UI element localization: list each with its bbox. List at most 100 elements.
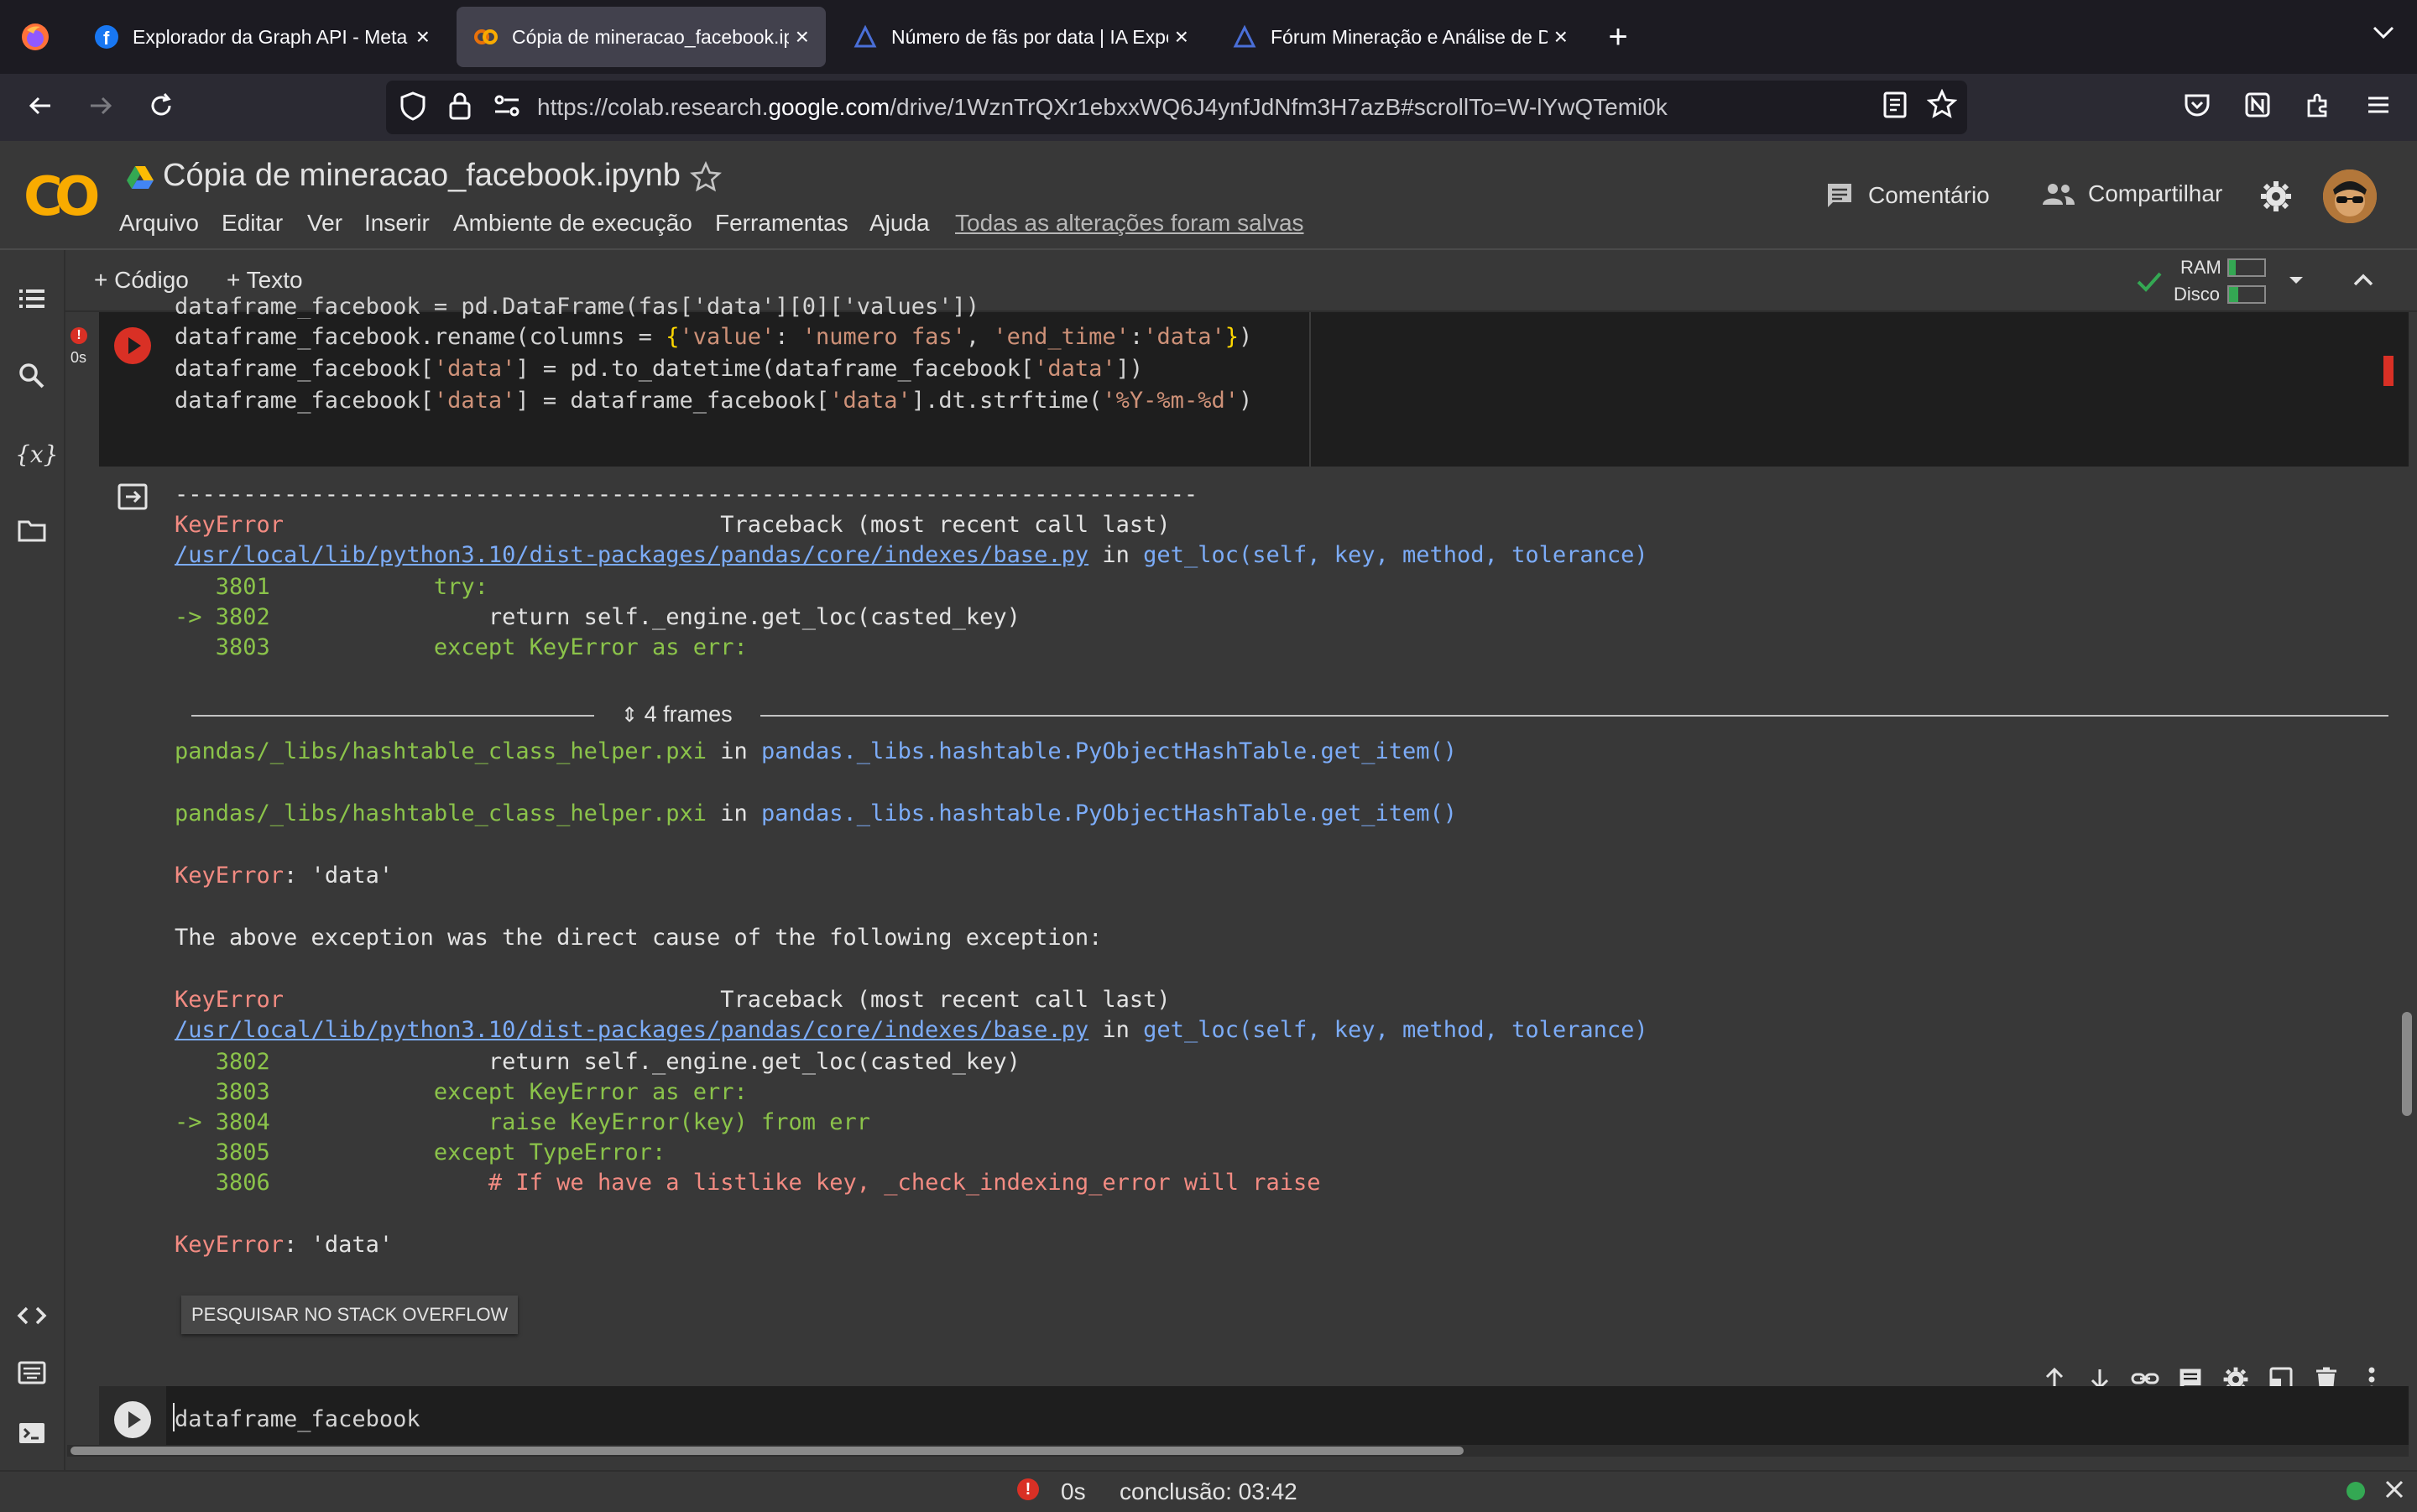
tab-forum-mineracao[interactable]: Fórum Mineração e Análise de D × — [1215, 7, 1584, 67]
code-line-1: dataframe_facebook.rename(columns = {'va… — [175, 324, 1253, 350]
status-completion[interactable]: conclusão: 03:42 — [1120, 1478, 1297, 1505]
collapse-header-icon[interactable] — [2350, 267, 2377, 294]
traceback-line: -> 3804 raise KeyError(key) from err — [175, 1109, 871, 1135]
tab-title: Explorador da Graph API - Meta — [133, 25, 408, 48]
site-permissions-icon[interactable] — [488, 91, 525, 128]
disk-usage-bar[interactable] — [2227, 285, 2266, 304]
menu-ajuda[interactable]: Ajuda — [869, 210, 930, 237]
status-exec-time: 0s — [1061, 1478, 1086, 1504]
command-palette-icon[interactable] — [15, 1358, 49, 1391]
traceback-dashes: ----------------------------------------… — [175, 482, 1198, 508]
close-tab-icon[interactable]: × — [1554, 23, 1568, 50]
traceback-line: 3806 # If we have a listlike key, _check… — [215, 1170, 1321, 1196]
traceback-file-2: /usr/local/lib/python3.10/dist-packages/… — [175, 1017, 1648, 1043]
frames-divider — [760, 715, 2388, 717]
traceback-line: 3802 return self._engine.get_loc(casted_… — [215, 1049, 1021, 1075]
connection-status-dot — [2347, 1482, 2365, 1500]
close-tab-icon[interactable]: × — [416, 23, 430, 50]
code-snippets-icon[interactable] — [15, 1301, 49, 1334]
close-status-icon[interactable] — [2382, 1477, 2407, 1502]
save-status-link[interactable]: Todas as alterações foram salvas — [955, 210, 1304, 237]
vertical-scrollbar-thumb[interactable] — [2402, 1012, 2412, 1116]
tab-graph-api[interactable]: f Explorador da Graph API - Meta × — [77, 7, 446, 67]
expand-frames-toggle[interactable]: ⇕ 4 frames — [621, 701, 733, 727]
settings-gear-icon[interactable] — [2259, 180, 2293, 213]
frames-divider — [191, 715, 594, 717]
facebook-icon: f — [94, 24, 119, 50]
add-code-cell-button[interactable]: + Código — [94, 267, 189, 294]
key-error-message: KeyError: 'data' — [175, 1232, 394, 1258]
horizontal-scrollbar-thumb[interactable] — [70, 1447, 1464, 1455]
firefox-menu-icon[interactable] — [18, 20, 52, 54]
code-line-3: dataframe_facebook['data'] = dataframe_f… — [175, 388, 1253, 414]
comment-button[interactable]: Comentário — [1824, 180, 1990, 211]
new-tab-icon[interactable]: + — [1600, 20, 1637, 54]
search-stack-overflow-button[interactable]: PESQUISAR NO STACK OVERFLOW — [181, 1296, 519, 1334]
url-text[interactable]: https://colab.research.google.com/drive/… — [537, 94, 1668, 121]
forward-icon[interactable] — [82, 91, 119, 128]
run-cell-2-button[interactable] — [114, 1401, 151, 1438]
cause-message: The above exception was the direct cause… — [175, 925, 1103, 951]
folder-icon[interactable] — [15, 515, 49, 549]
menu-editar[interactable]: Editar — [222, 210, 283, 237]
source-file-link[interactable]: /usr/local/lib/python3.10/dist-packages/… — [175, 1017, 1088, 1043]
connected-check-icon — [2135, 267, 2164, 295]
menu-ambiente-execucao[interactable]: Ambiente de execução — [453, 210, 692, 237]
extensions-puzzle-icon[interactable] — [2300, 91, 2336, 127]
list-all-tabs-icon[interactable] — [2365, 18, 2402, 52]
ram-usage-bar[interactable] — [2227, 258, 2266, 277]
share-button[interactable]: Compartilhar — [2041, 180, 2222, 207]
comment-label: Comentário — [1868, 182, 1990, 208]
close-tab-icon[interactable]: × — [1175, 23, 1188, 50]
tracking-protection-shield-icon[interactable] — [394, 91, 431, 128]
resources-dropdown-icon[interactable] — [2284, 269, 2308, 292]
run-cell-button[interactable] — [114, 327, 151, 364]
traceback-line: 3803 except KeyError as err: — [215, 1079, 748, 1105]
svg-text:f: f — [103, 28, 110, 49]
ia-expert-icon — [1232, 24, 1257, 50]
user-avatar[interactable] — [2323, 169, 2377, 223]
terminal-icon[interactable] — [15, 1418, 49, 1452]
pocket-icon[interactable] — [2179, 91, 2216, 127]
left-sidebar — [0, 250, 65, 1477]
menu-ferramentas[interactable]: Ferramentas — [715, 210, 848, 237]
play-icon — [128, 337, 141, 354]
ia-expert-icon — [853, 24, 878, 50]
lock-icon[interactable] — [441, 91, 478, 128]
bookmark-star-icon[interactable] — [1924, 88, 1960, 127]
hashtable-frame: pandas/_libs/hashtable_class_helper.pxi … — [175, 738, 1458, 764]
reload-icon[interactable] — [143, 91, 180, 128]
disk-label: Disco — [2174, 284, 2221, 305]
reader-view-icon[interactable] — [1877, 91, 1913, 127]
search-icon[interactable] — [15, 361, 49, 394]
notebook-title[interactable]: Cópia de mineracao_facebook.ipynb — [163, 158, 681, 194]
colab-logo[interactable]: CO — [23, 166, 100, 228]
star-notebook-icon[interactable] — [689, 160, 723, 193]
close-tab-icon[interactable]: × — [796, 23, 809, 50]
traceback-header-1: KeyError Traceback (most recent call las… — [175, 512, 1171, 538]
people-icon — [2043, 184, 2075, 205]
variables-icon[interactable]: {x} — [15, 438, 58, 472]
hashtable-frame: pandas/_libs/hashtable_class_helper.pxi … — [175, 800, 1458, 826]
menu-inserir[interactable]: Inserir — [364, 210, 430, 237]
cell-exec-time: 0s — [70, 349, 87, 366]
back-icon[interactable] — [22, 91, 59, 128]
app-menu-icon[interactable] — [2360, 91, 2397, 127]
key-error-message: KeyError: 'data' — [175, 863, 394, 889]
add-text-cell-button[interactable]: + Texto — [227, 267, 303, 294]
code-cell-2-editor[interactable] — [99, 1386, 2409, 1453]
table-of-contents-icon[interactable] — [15, 284, 49, 317]
notion-extension-icon[interactable] — [2239, 91, 2276, 127]
menu-arquivo[interactable]: Arquivo — [119, 210, 199, 237]
output-actions-icon[interactable] — [116, 480, 149, 514]
tab-ia-expert-fas[interactable]: Número de fãs por data | IA Expe × — [836, 7, 1205, 67]
tab-title: Fórum Mineração e Análise de D — [1271, 25, 1548, 48]
tab-colab-notebook[interactable]: Cópia de mineracao_facebook.ip × — [457, 7, 826, 67]
menu-ver[interactable]: Ver — [307, 210, 342, 237]
source-file-link[interactable]: /usr/local/lib/python3.10/dist-packages/… — [175, 542, 1088, 568]
code-line-2: dataframe_facebook['data'] = pd.to_datet… — [175, 356, 1144, 382]
scroll-error-marker — [2383, 356, 2394, 386]
tab-title: Número de fãs por data | IA Expe — [891, 25, 1168, 48]
tab-title: Cópia de mineracao_facebook.ip — [512, 25, 789, 48]
error-indicator-icon: ! — [70, 327, 87, 344]
